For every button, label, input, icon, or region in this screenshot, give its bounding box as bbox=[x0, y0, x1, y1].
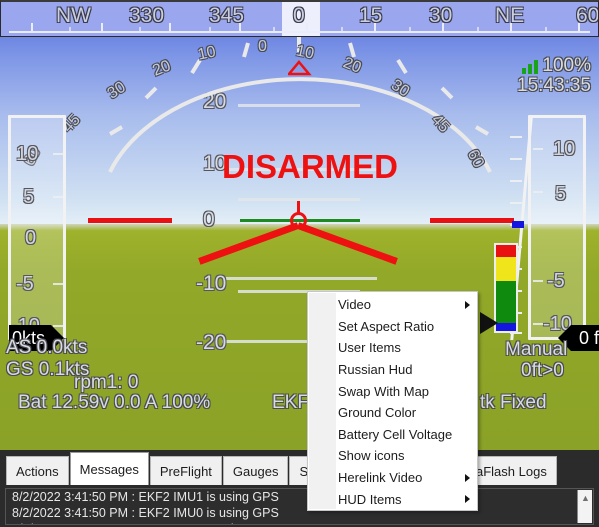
flight-mode-text: Manual bbox=[505, 339, 568, 360]
signal-percent-text: 100% bbox=[542, 55, 591, 76]
menu-label: Russian Hud bbox=[338, 362, 413, 378]
pitch-label-m20: -20 bbox=[196, 331, 227, 354]
menu-item-ground-color[interactable]: Ground Color bbox=[308, 402, 477, 424]
log-line: 8/2/2022 3:41:35 PM : AHRS: EKF2 active bbox=[6, 521, 593, 524]
compass-label-30: 30 bbox=[429, 4, 453, 27]
battery-seg-yellow bbox=[496, 257, 516, 281]
menu-item-herelink-video[interactable]: Herelink Video bbox=[308, 467, 477, 489]
altitude-readout: 0 ft bbox=[557, 325, 599, 351]
log-line: 8/2/2022 3:41:50 PM : EKF2 IMU0 is using… bbox=[12, 506, 279, 520]
airspeed-text: AS 0.0kts bbox=[6, 337, 88, 358]
pitch-label-m10: -10 bbox=[196, 272, 227, 295]
horizon-line-left bbox=[88, 218, 172, 223]
clock-text: 15:43:35 bbox=[517, 75, 591, 96]
menu-item-battery-cell-voltage[interactable]: Battery Cell Voltage bbox=[308, 424, 477, 446]
tab-strip-overflow[interactable]: aFlash Logs bbox=[466, 452, 558, 485]
battery-text: Bat 12.59v 0.0 A 100% bbox=[18, 392, 211, 413]
mission-planner-window: 20 10 0 -10 -20 60 45 30 20 10 0 10 20 3… bbox=[0, 0, 599, 527]
menu-item-swap-with-map[interactable]: Swap With Map bbox=[308, 380, 477, 402]
menu-label: Battery Cell Voltage bbox=[338, 426, 453, 442]
menu-item-user-items[interactable]: User Items bbox=[308, 337, 477, 359]
speed-tick-10: 10 bbox=[16, 143, 39, 165]
tab-messages[interactable]: Messages bbox=[69, 452, 149, 485]
pitch-line-m10 bbox=[222, 277, 377, 280]
tab-actions[interactable]: Actions bbox=[6, 456, 69, 485]
hud-panel[interactable]: 20 10 0 -10 -20 60 45 30 20 10 0 10 20 3… bbox=[0, 0, 599, 450]
compass-tape[interactable]: NW 330 345 0 15 30 NE 60 bbox=[0, 0, 599, 37]
tab-label: Gauges bbox=[232, 463, 279, 479]
tab-label: Actions bbox=[16, 463, 59, 479]
horizon-line-right bbox=[430, 218, 514, 223]
rpm-text: rpm1: 0 bbox=[74, 372, 139, 393]
battery-pointer-icon bbox=[478, 312, 498, 334]
compass-label-330: 330 bbox=[129, 4, 165, 27]
compass-baseline bbox=[9, 31, 590, 33]
armed-status-text: DISARMED bbox=[222, 148, 399, 185]
menu-label: Video bbox=[338, 297, 372, 313]
roll-label-10-right: 10 bbox=[294, 42, 316, 63]
battery-seg-blue bbox=[496, 323, 516, 331]
roll-label-10-left: 10 bbox=[196, 43, 218, 64]
menu-item-show-icons[interactable]: Show icons bbox=[308, 445, 477, 467]
menu-label: Ground Color bbox=[338, 405, 417, 421]
link-status: 100% 15:43:35 bbox=[517, 55, 591, 97]
tab-gauges[interactable]: Gauges bbox=[222, 456, 289, 485]
menu-label: HUD Items bbox=[338, 491, 402, 507]
battery-seg-red bbox=[496, 245, 516, 257]
signal-bars-icon bbox=[522, 58, 539, 74]
ekf-text: EKF bbox=[272, 392, 309, 413]
speed-tick-m5: -5 bbox=[16, 273, 34, 295]
menu-item-set-aspect-ratio[interactable]: Set Aspect Ratio bbox=[308, 316, 477, 338]
roll-label-0: 0 bbox=[258, 38, 267, 55]
battery-seg-green bbox=[496, 281, 516, 323]
hud-context-menu[interactable]: Video Set Aspect Ratio User Items Russia… bbox=[307, 291, 478, 511]
pitch-label-0: 0 bbox=[203, 208, 215, 231]
altitude-tape: 10 5 -5 -10 0 ft bbox=[528, 115, 599, 351]
compass-label-nw: NW bbox=[56, 4, 91, 27]
bottom-panel: Actions Messages PreFlight Gauges Status… bbox=[0, 450, 599, 527]
alt-tick-5: 5 bbox=[555, 183, 567, 205]
vertical-speed-marker bbox=[512, 221, 524, 228]
menu-label: User Items bbox=[338, 340, 401, 356]
menu-item-russian-hud[interactable]: Russian Hud bbox=[308, 359, 477, 381]
menu-label: Set Aspect Ratio bbox=[338, 318, 435, 334]
compass-label-15: 15 bbox=[359, 4, 383, 27]
alt-target-text: 0ft>0 bbox=[521, 360, 564, 381]
tab-label: Messages bbox=[79, 461, 139, 477]
speed-tick-0: 0 bbox=[25, 227, 37, 249]
chevron-right-icon bbox=[465, 495, 470, 504]
menu-item-video[interactable]: Video bbox=[308, 294, 477, 316]
alt-tick-m5: -5 bbox=[547, 270, 565, 292]
chevron-up-icon[interactable]: ▲ bbox=[578, 490, 593, 505]
tab-label: aFlash Logs bbox=[476, 463, 547, 479]
airspeed-tape: 10 5 0 -5 -10 0kts bbox=[8, 115, 66, 351]
menu-label: Herelink Video bbox=[338, 470, 423, 486]
chevron-right-icon bbox=[465, 300, 470, 309]
tab-dataflash-logs[interactable]: aFlash Logs bbox=[466, 456, 557, 485]
compass-label-0: 0 bbox=[293, 4, 305, 27]
menu-label: Swap With Map bbox=[338, 383, 430, 399]
gps-fix-text: tk Fixed bbox=[480, 392, 547, 413]
log-scrollbar[interactable]: ▲ bbox=[577, 490, 592, 523]
chevron-right-icon bbox=[465, 473, 470, 482]
menu-label: Show icons bbox=[338, 448, 405, 464]
tab-label: PreFlight bbox=[159, 463, 212, 479]
message-log[interactable]: 8/2/2022 3:41:50 PM : EKF2 IMU1 is using… bbox=[5, 488, 594, 525]
alt-tick-10: 10 bbox=[553, 138, 576, 160]
log-line: 8/2/2022 3:41:50 PM : EKF2 IMU1 is using… bbox=[12, 490, 279, 504]
tab-preflight[interactable]: PreFlight bbox=[149, 456, 222, 485]
menu-item-hud-items[interactable]: HUD Items bbox=[308, 488, 477, 510]
speed-tick-5: 5 bbox=[23, 186, 35, 208]
